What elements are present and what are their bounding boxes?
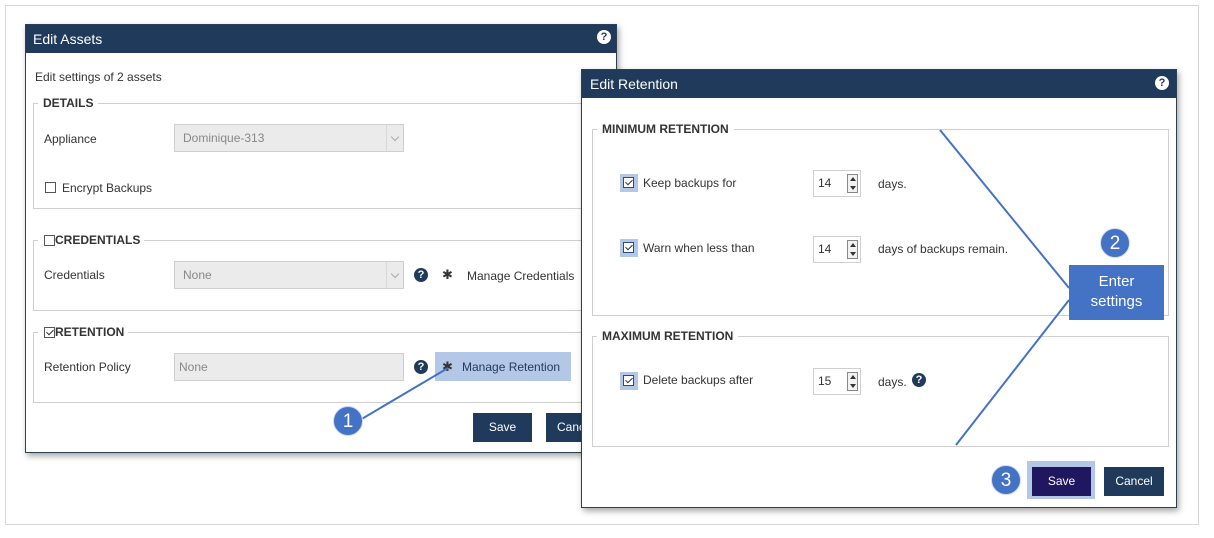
pointer-line-2a [939,129,1070,289]
callout-line-2: settings [1090,293,1143,310]
annotation-lines [359,129,1070,446]
pointer-line-1 [359,367,449,421]
step-2-marker: 2 [1100,228,1130,258]
pointer-line-2b [955,299,1070,446]
step-1-marker: 1 [333,406,363,436]
step-3-marker: 3 [991,465,1021,495]
callout-line-1: Enter [1098,273,1135,290]
enter-settings-callout: Enter settings [1069,265,1164,320]
